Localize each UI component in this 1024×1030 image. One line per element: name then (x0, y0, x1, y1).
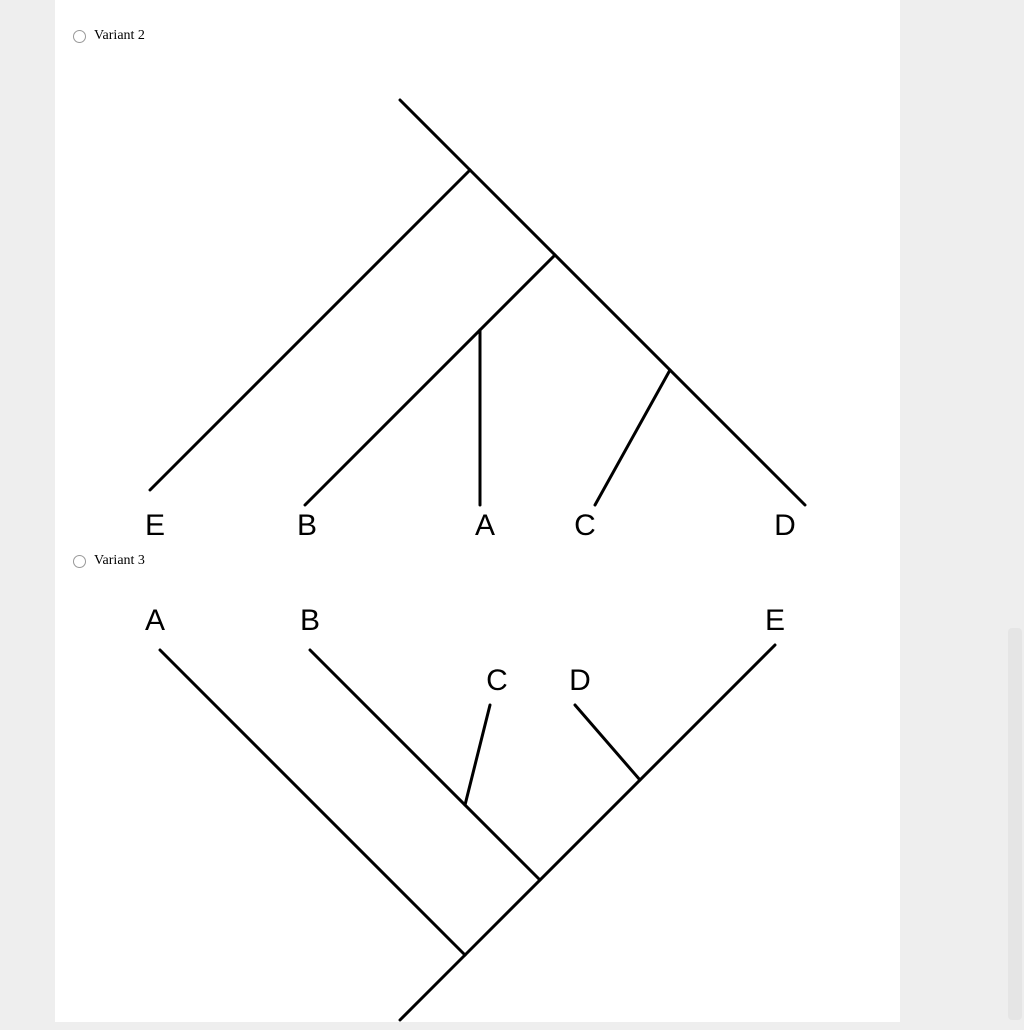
tree-diagram-variant-3: A B C D E (85, 575, 865, 1025)
option-variant-3[interactable]: Variant 3 (73, 553, 145, 569)
leaf-label-A: A (145, 604, 165, 637)
leaf-label-E: E (765, 604, 785, 637)
tree-svg-3: A B C D E (85, 575, 865, 1025)
option-variant-2[interactable]: Variant 2 (73, 28, 145, 44)
option-label: Variant 3 (94, 553, 145, 569)
leaf-label-D: D (569, 664, 591, 697)
leaf-label-C: C (574, 509, 596, 540)
leaf-label-A: A (475, 509, 495, 540)
scrollbar-thumb[interactable] (1008, 628, 1022, 1020)
content-card: Variant 2 E B A C D (55, 0, 900, 1022)
option-label: Variant 2 (94, 28, 145, 44)
leaf-label-C: C (486, 664, 508, 697)
leaf-label-D: D (774, 509, 796, 540)
leaf-label-E: E (145, 509, 165, 540)
tree-diagram-variant-2: E B A C D (85, 50, 865, 540)
leaf-label-B: B (297, 509, 317, 540)
radio-variant-2[interactable] (73, 30, 86, 43)
radio-variant-3[interactable] (73, 555, 86, 568)
leaf-label-B: B (300, 604, 320, 637)
tree-svg-2: E B A C D (85, 50, 865, 540)
